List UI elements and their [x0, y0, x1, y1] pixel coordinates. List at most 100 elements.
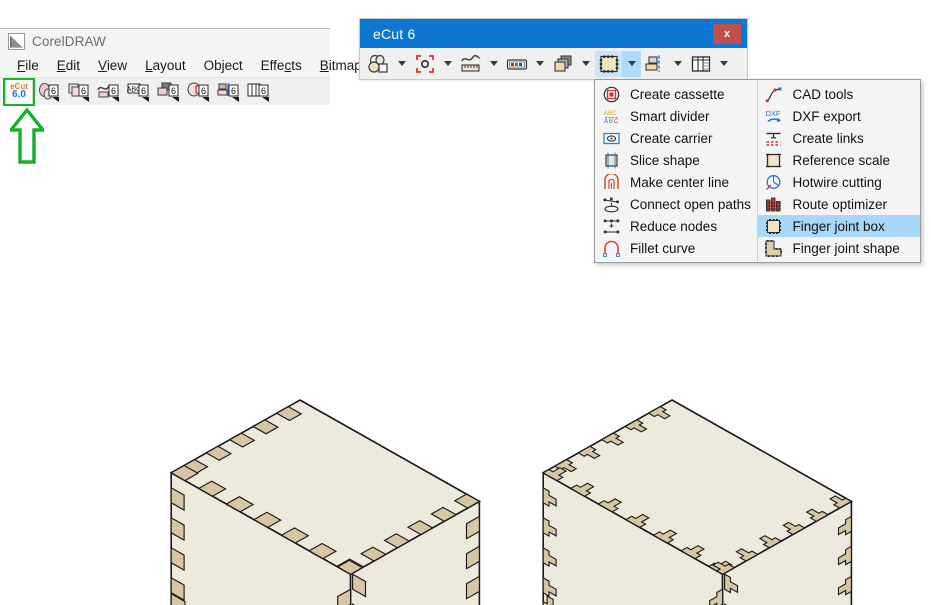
finger-joint-box-square-tabs [169, 399, 482, 605]
finger-joint-shape-icon [764, 239, 784, 257]
close-icon[interactable]: x [713, 24, 741, 44]
chevron-down-icon[interactable] [576, 51, 595, 77]
menu-item-fillet-curve[interactable]: Fillet curve [595, 237, 757, 259]
ecut-boxes-dropdown-menu: Create cassette ABC A B C Smart divider [594, 79, 921, 263]
ecut-curve-button[interactable]: 6 [94, 79, 124, 105]
menu-label: Route optimizer [792, 196, 888, 212]
menu-label: Smart divider [630, 108, 710, 124]
menu-item-cad-tools[interactable]: CAD tools [758, 83, 921, 105]
coreldraw-title: CorelDRAW [32, 34, 106, 49]
menu-item-make-center-line[interactable]: Make center line [595, 171, 757, 193]
menu-item-finger-joint-shape[interactable]: Finger joint shape [758, 237, 921, 259]
ellipse-group-icon[interactable] [365, 51, 392, 77]
ecut-titlebar: eCut 6 x [360, 19, 747, 48]
align-objects-icon[interactable] [641, 51, 668, 77]
ecut-toolbar [360, 48, 747, 79]
svg-text:B: B [609, 119, 613, 125]
ecut-logo-line2: 6.0 [12, 89, 26, 100]
menu-label: Connect open paths [630, 196, 751, 212]
svg-text:A: A [604, 119, 608, 125]
menu-item-reduce-nodes[interactable]: Reduce nodes [595, 215, 757, 237]
smart-divider-icon: ABC A B C [601, 107, 621, 125]
ecut-shapes-button[interactable]: 6 [34, 79, 64, 105]
reference-scale-icon [764, 151, 784, 169]
chevron-down-icon[interactable] [714, 51, 733, 77]
svg-text:6: 6 [81, 86, 86, 96]
finger-joint-box-icon[interactable] [595, 50, 622, 77]
menu-view[interactable]: View [89, 56, 136, 75]
menu-item-hotwire-cutting[interactable]: Hotwire cutting [758, 171, 921, 193]
ecut-group-shapes[interactable] [365, 50, 411, 78]
chevron-down-icon[interactable] [622, 50, 641, 77]
create-cassette-icon [601, 85, 621, 103]
menu-item-create-links[interactable]: Create links [758, 127, 921, 149]
layers-icon: 6 [157, 82, 179, 102]
ecut-layers-button[interactable]: 6 [154, 79, 184, 105]
menu-label: DXF export [792, 108, 861, 124]
layers-stack-icon[interactable] [549, 51, 576, 77]
chevron-down-icon[interactable] [668, 51, 687, 77]
shapes-icon: 6 [39, 82, 59, 102]
menu-item-smart-divider[interactable]: ABC A B C Smart divider [595, 105, 757, 127]
menu-file[interactable]: File [8, 56, 48, 75]
svg-text:6: 6 [111, 86, 116, 96]
ecut-window-title: eCut 6 [373, 25, 416, 42]
curve-ruler-icon[interactable] [457, 51, 484, 77]
ecut-nesting-button[interactable]: 6 [184, 79, 214, 105]
close-label: x [723, 27, 731, 40]
menu-label: Finger joint shape [792, 240, 900, 256]
menu-item-route-optimizer[interactable]: Route optimizer [758, 193, 921, 215]
menu-item-reference-scale[interactable]: Reference scale [758, 149, 921, 171]
dropdown-right-column: CAD tools DXF DXF export Create links Re… [757, 80, 921, 262]
menu-item-slice-shape[interactable]: Slice shape [595, 149, 757, 171]
menu-effects[interactable]: Effects [252, 56, 311, 75]
ecut-align-button[interactable]: 6 [214, 79, 244, 105]
menu-item-finger-joint-box[interactable]: Finger joint box [757, 215, 920, 237]
registration-marks-icon[interactable] [411, 51, 438, 77]
ecut-logo-button[interactable]: eCut 6.0 [3, 77, 35, 106]
create-links-icon [764, 129, 784, 147]
ecut-copies-button[interactable]: 6 [64, 79, 94, 105]
table-grid-icon[interactable] [687, 51, 714, 77]
color-palette-icon[interactable] [503, 51, 530, 77]
coreldraw-ecut-toolbar: eCut 6.0 6 6 6 ABC 6 6 6 6 6 [0, 77, 330, 106]
menu-object[interactable]: Object [195, 56, 252, 75]
ecut-logo-icon: eCut 6.0 [5, 78, 33, 105]
menu-label: Reduce nodes [630, 218, 718, 234]
coreldraw-menubar: File Edit View Layout Object Effects Bit… [0, 54, 362, 77]
menu-item-create-cassette[interactable]: Create cassette [595, 83, 757, 105]
fillet-curve-icon [601, 239, 621, 257]
svg-text:6: 6 [231, 86, 236, 96]
text-icon: ABC 6 [127, 83, 149, 102]
ecut-tables-button[interactable]: 6 [244, 79, 274, 105]
ecut-group-boxes[interactable] [595, 50, 641, 78]
menu-layout[interactable]: Layout [136, 56, 195, 75]
ecut-group-layers[interactable] [549, 50, 595, 78]
ecut-group-measure[interactable] [457, 50, 503, 78]
tables-icon: 6 [247, 83, 269, 102]
dxf-export-icon: DXF [764, 107, 784, 125]
reduce-nodes-icon [601, 217, 621, 235]
svg-text:6: 6 [171, 86, 176, 96]
menu-label: Reference scale [792, 152, 891, 168]
menu-item-connect-open-paths[interactable]: Connect open paths [595, 193, 757, 215]
coreldraw-logo-icon [8, 33, 25, 50]
ecut-group-center[interactable] [411, 50, 457, 78]
cad-tools-icon [764, 85, 784, 103]
menu-item-create-carrier[interactable]: Create carrier [595, 127, 757, 149]
chevron-down-icon[interactable] [484, 51, 503, 77]
ecut-group-tables[interactable] [687, 50, 733, 78]
chevron-down-icon[interactable] [392, 51, 411, 77]
menu-label: Make center line [630, 174, 730, 190]
menu-edit[interactable]: Edit [48, 56, 89, 75]
menu-item-dxf-export[interactable]: DXF DXF export [758, 105, 921, 127]
chevron-down-icon[interactable] [438, 51, 457, 77]
screenshot-root: CorelDRAW File Edit View Layout Object E… [0, 0, 931, 605]
chevron-down-icon[interactable] [530, 51, 549, 77]
ecut-group-align[interactable] [641, 50, 687, 78]
svg-text:DXF: DXF [766, 109, 781, 118]
dropdown-left-column: Create cassette ABC A B C Smart divider [595, 80, 758, 262]
ecut-text-button[interactable]: ABC 6 [124, 79, 154, 105]
copies-icon: 6 [68, 83, 89, 102]
ecut-group-colors[interactable] [503, 50, 549, 78]
